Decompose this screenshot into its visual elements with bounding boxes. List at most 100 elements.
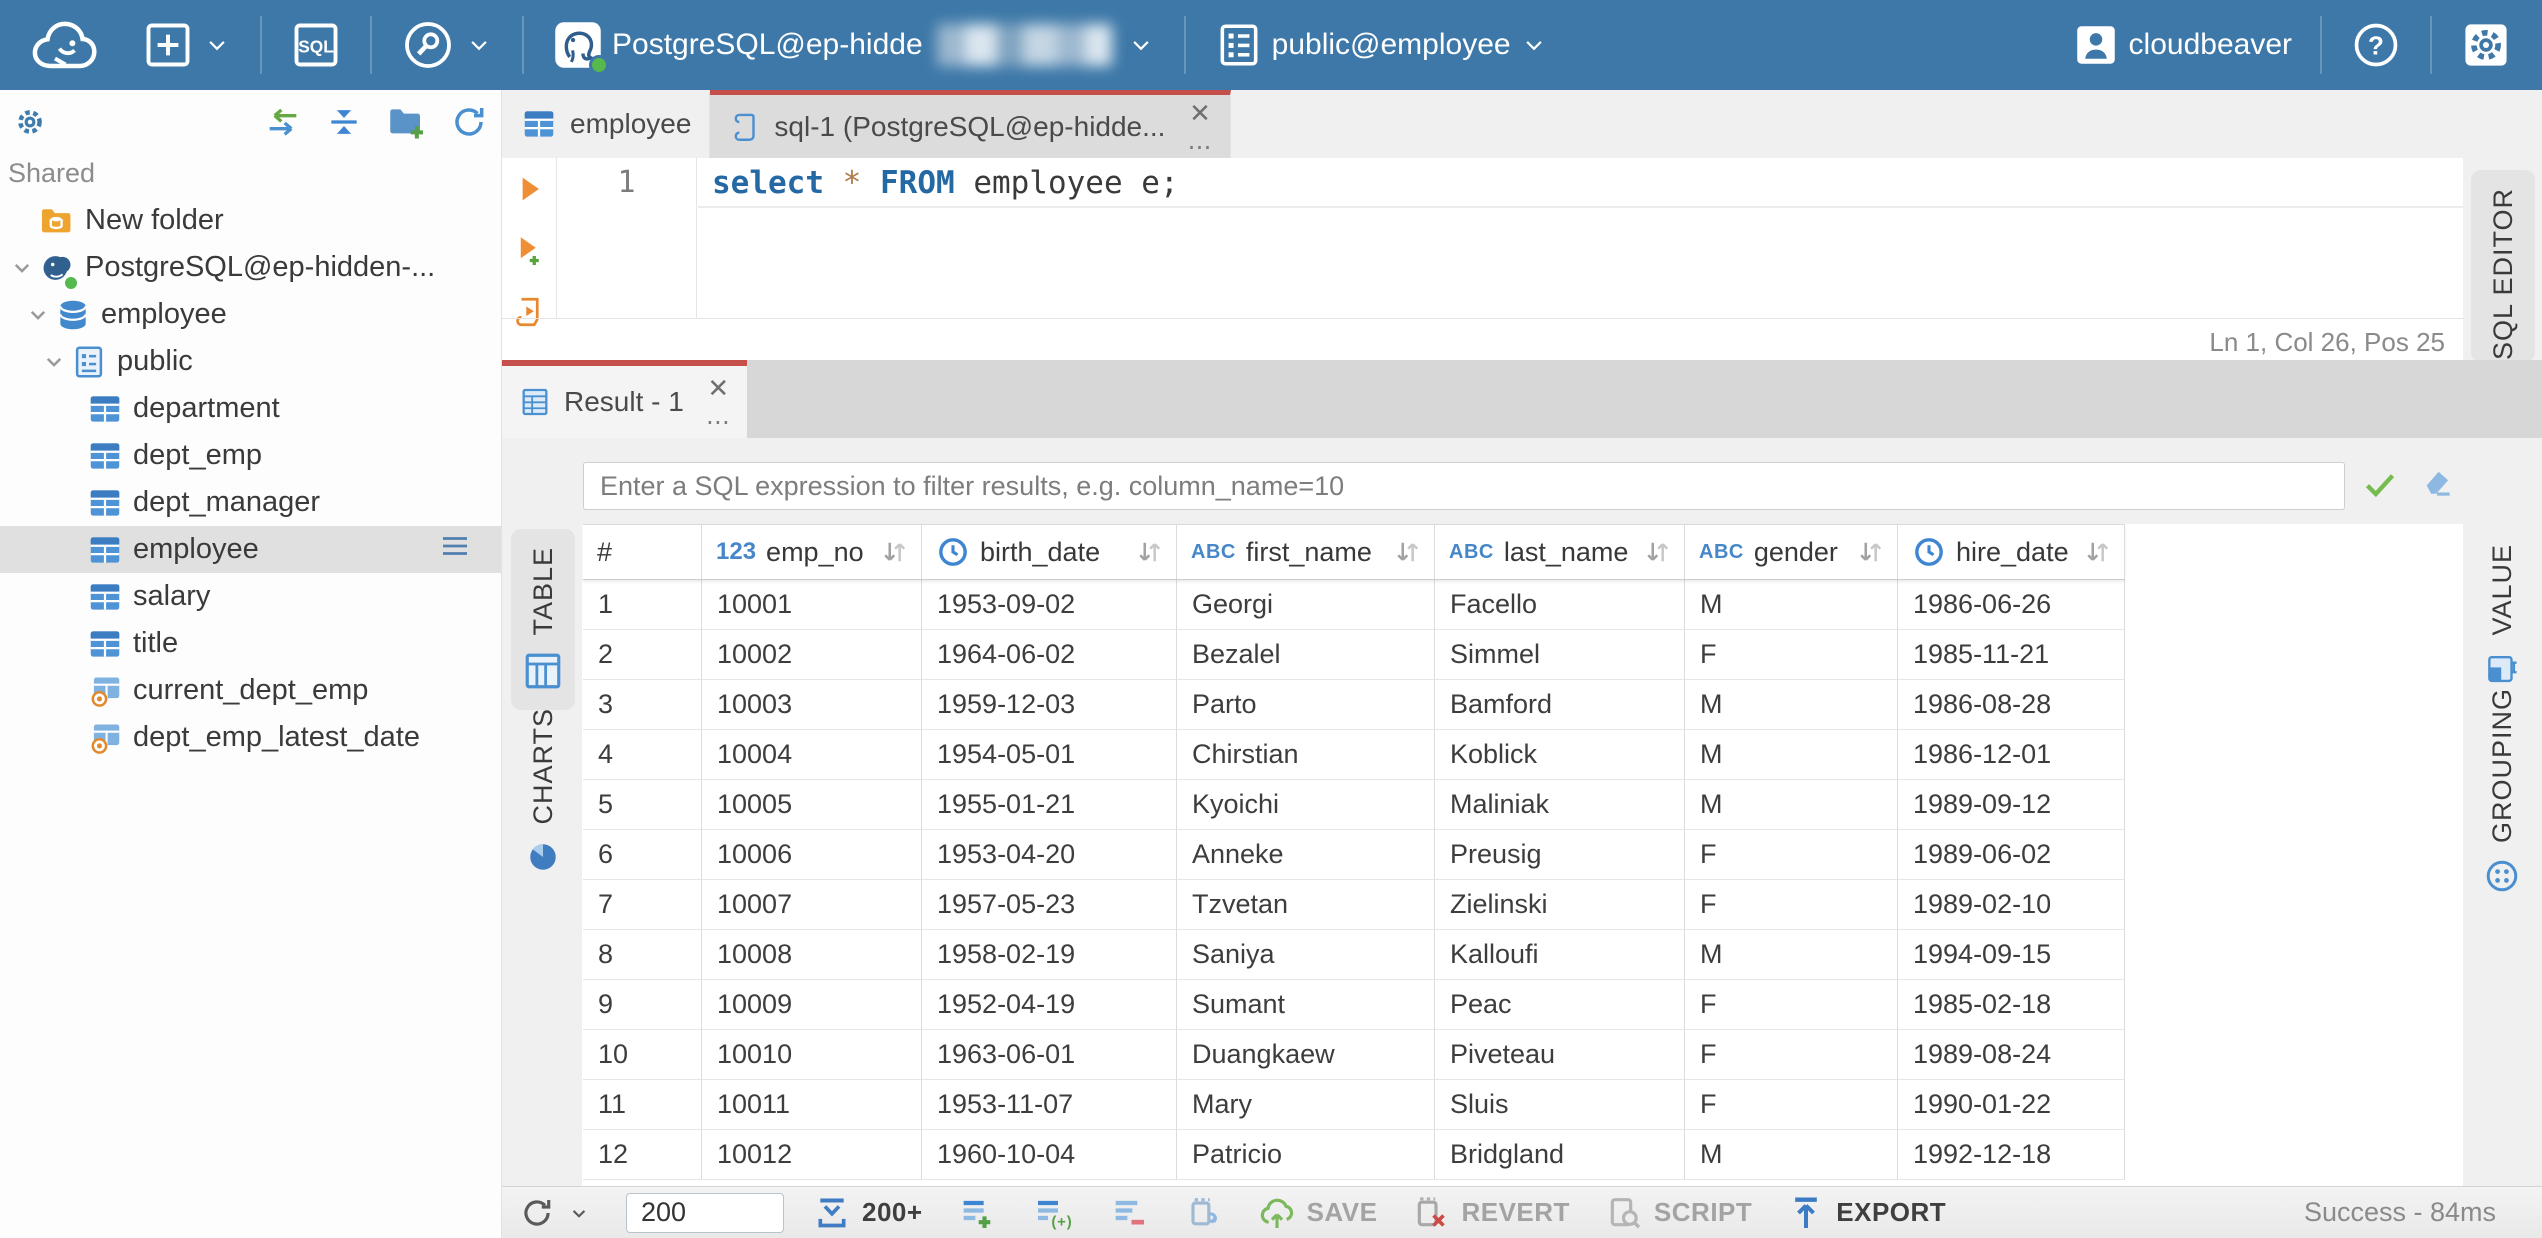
sort-arrows-icon[interactable]	[1132, 535, 1166, 569]
table-cell[interactable]: M	[1685, 780, 1898, 830]
table-cell[interactable]: Patricio	[1177, 1130, 1435, 1180]
table-cell[interactable]: Saniya	[1177, 930, 1435, 980]
tree-item-dept-emp[interactable]: dept_emp	[0, 432, 501, 479]
tree-item-new-folder[interactable]: New folder	[0, 197, 501, 244]
editor-tab-sql-1[interactable]: sql-1 (PostgreSQL@ep-hidde... ✕ ⋯	[710, 90, 1232, 159]
table-cell[interactable]: 1959-12-03	[922, 680, 1177, 730]
table-cell[interactable]: Mary	[1177, 1080, 1435, 1130]
table-cell[interactable]: F	[1685, 980, 1898, 1030]
table-cell[interactable]: Anneke	[1177, 830, 1435, 880]
table-cell[interactable]: Facello	[1435, 580, 1685, 630]
table-cell[interactable]: Chirstian	[1177, 730, 1435, 780]
table-cell[interactable]: Simmel	[1435, 630, 1685, 680]
table-cell[interactable]: M	[1685, 580, 1898, 630]
tab-grouping[interactable]: GROUPING	[2470, 670, 2534, 913]
table-cell[interactable]: 1964-06-02	[922, 630, 1177, 680]
table-cell[interactable]: 1989-02-10	[1898, 880, 2125, 930]
table-cell[interactable]: F	[1685, 1030, 1898, 1080]
table-cell[interactable]: M	[1685, 680, 1898, 730]
tree-item-department[interactable]: department	[0, 385, 501, 432]
duplicate-row-button[interactable]: (+)	[1031, 1193, 1075, 1233]
table-cell[interactable]: 1954-05-01	[922, 730, 1177, 780]
user-menu[interactable]: cloudbeaver	[2057, 0, 2306, 90]
settings-button[interactable]	[2446, 0, 2526, 90]
collapse-all-icon[interactable]	[325, 103, 363, 141]
refresh-button[interactable]	[518, 1194, 592, 1232]
export-button[interactable]: EXPORT	[1786, 1193, 1946, 1233]
tree-item-dept-emp-latest-date[interactable]: dept_emp_latest_date	[0, 714, 501, 761]
table-cell[interactable]: 1989-09-12	[1898, 780, 2125, 830]
refresh-icon[interactable]	[449, 102, 489, 142]
table-cell[interactable]: Bamford	[1435, 680, 1685, 730]
close-icon[interactable]: ✕	[1189, 100, 1211, 126]
row-number-cell[interactable]: 6	[583, 830, 702, 880]
table-cell[interactable]: 1989-08-24	[1898, 1030, 2125, 1080]
table-cell[interactable]: M	[1685, 930, 1898, 980]
column-header-birth_date[interactable]: birth_date	[922, 525, 1177, 579]
table-cell[interactable]: 10005	[702, 780, 922, 830]
table-cell[interactable]: 1963-06-01	[922, 1030, 1177, 1080]
row-number-cell[interactable]: 12	[583, 1130, 702, 1180]
row-number-cell[interactable]: 5	[583, 780, 702, 830]
table-cell[interactable]: 1994-09-15	[1898, 930, 2125, 980]
driver-tools-button[interactable]	[386, 0, 508, 90]
add-row-button[interactable]	[957, 1193, 997, 1233]
code-line[interactable]: select * FROM employee e;	[698, 158, 2463, 208]
table-cell[interactable]: 10002	[702, 630, 922, 680]
table-cell[interactable]: 1957-05-23	[922, 880, 1177, 930]
row-limit-input[interactable]	[626, 1192, 784, 1233]
column-header-hire_date[interactable]: hire_date	[1898, 525, 2125, 579]
tree-item-salary[interactable]: salary	[0, 573, 501, 620]
column-header-rownum[interactable]: #	[583, 525, 702, 579]
chevron-down-icon[interactable]	[38, 347, 70, 377]
table-cell[interactable]: F	[1685, 880, 1898, 930]
tree-item-current-dept-emp[interactable]: current_dept_emp	[0, 667, 501, 714]
sort-arrows-icon[interactable]	[877, 535, 911, 569]
table-cell[interactable]: 10010	[702, 1030, 922, 1080]
table-cell[interactable]: 10001	[702, 580, 922, 630]
table-cell[interactable]: 1985-02-18	[1898, 980, 2125, 1030]
filter-input[interactable]	[583, 462, 2345, 510]
tree-item-employee[interactable]: employee	[0, 291, 501, 338]
table-cell[interactable]: 1989-06-02	[1898, 830, 2125, 880]
open-sql-editor-button[interactable]: SQL	[276, 0, 356, 90]
new-folder-icon[interactable]	[385, 101, 427, 143]
table-cell[interactable]: Zielinski	[1435, 880, 1685, 930]
table-cell[interactable]: Duangkaew	[1177, 1030, 1435, 1080]
column-header-first_name[interactable]: ABC first_name	[1177, 525, 1435, 579]
help-button[interactable]: ?	[2336, 0, 2416, 90]
row-number-cell[interactable]: 2	[583, 630, 702, 680]
table-cell[interactable]: Sumant	[1177, 980, 1435, 1030]
table-cell[interactable]: 1986-08-28	[1898, 680, 2125, 730]
delete-row-button[interactable]	[1109, 1193, 1149, 1233]
tree-item-dept-manager[interactable]: dept_manager	[0, 479, 501, 526]
table-cell[interactable]: Kyoichi	[1177, 780, 1435, 830]
table-cell[interactable]: 10009	[702, 980, 922, 1030]
sort-arrows-icon[interactable]	[1640, 535, 1674, 569]
sort-arrows-icon[interactable]	[1390, 535, 1424, 569]
chevron-down-icon[interactable]	[566, 1200, 592, 1226]
table-cell[interactable]: F	[1685, 1080, 1898, 1130]
table-cell[interactable]: F	[1685, 630, 1898, 680]
apply-filter-icon[interactable]	[2360, 464, 2400, 504]
tree-item-employee[interactable]: employee	[0, 526, 501, 573]
table-cell[interactable]: M	[1685, 730, 1898, 780]
table-cell[interactable]: Maliniak	[1435, 780, 1685, 830]
tree-item-public[interactable]: public	[0, 338, 501, 385]
code-area[interactable]: select * FROM employee e;	[698, 158, 2463, 318]
sort-arrows-icon[interactable]	[1853, 535, 1887, 569]
connection-selector[interactable]: PostgreSQL@ep-hidde	[538, 0, 1170, 90]
table-cell[interactable]: F	[1685, 830, 1898, 880]
tab-table[interactable]: TABLE	[511, 529, 575, 710]
row-number-cell[interactable]: 3	[583, 680, 702, 730]
row-number-cell[interactable]: 4	[583, 730, 702, 780]
table-cell[interactable]: Bridgland	[1435, 1130, 1685, 1180]
fetch-more-button[interactable]: 200+	[812, 1193, 923, 1233]
table-cell[interactable]: 10008	[702, 930, 922, 980]
tab-result-1[interactable]: Result - 1 ✕ ⋯	[502, 360, 747, 438]
table-cell[interactable]: 1986-12-01	[1898, 730, 2125, 780]
row-number-cell[interactable]: 7	[583, 880, 702, 930]
row-number-cell[interactable]: 1	[583, 580, 702, 630]
table-cell[interactable]: M	[1685, 1130, 1898, 1180]
row-number-cell[interactable]: 9	[583, 980, 702, 1030]
